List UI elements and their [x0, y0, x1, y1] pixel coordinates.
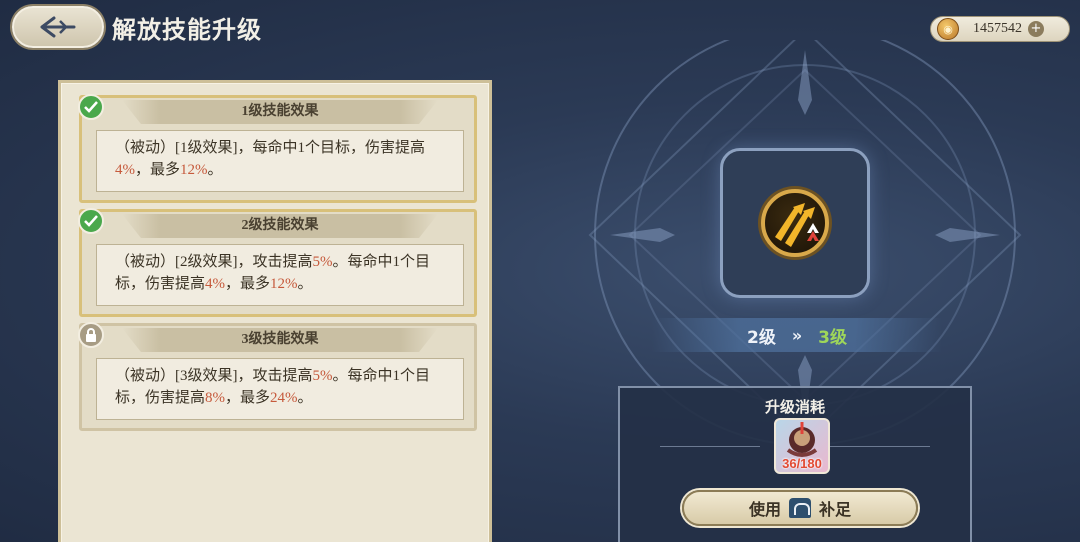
currency-value: 1457542 — [973, 21, 1022, 36]
effect-text: 。 — [297, 276, 313, 292]
level-card-1: 1级技能效果 （被动）[1级效果]，每命中1个目标，伤害提高 4%，最多12%。 — [78, 94, 477, 203]
effect-text: 。 — [297, 390, 313, 406]
fill-button-label: 补足 — [819, 500, 852, 519]
level-card-title: 2级技能效果 — [122, 214, 438, 238]
skill-icon[interactable] — [761, 189, 829, 257]
effect-text: ，最多 — [225, 390, 271, 406]
effect-value: 4% — [205, 276, 226, 292]
effect-value: 12% — [270, 276, 298, 292]
effect-text: ，最多 — [135, 162, 181, 178]
effect-value: 24% — [270, 390, 298, 406]
level-card-description: （被动）[1级效果]，每命中1个目标，伤害提高 4%，最多12%。 — [96, 130, 464, 192]
unlocked-check-icon — [78, 94, 104, 120]
effect-text: ，最多 — [225, 276, 271, 292]
next-level: 3级 — [818, 327, 848, 348]
effect-value: 5% — [312, 254, 333, 270]
add-currency-button[interactable]: + — [1028, 21, 1044, 37]
arrows-up-icon — [775, 203, 819, 247]
unlocked-check-icon — [78, 208, 104, 234]
character-portrait-icon — [786, 422, 818, 457]
level-card-2: 2级技能效果 （被动）[2级效果]，攻击提高5%。每命中1个目标，伤害提高4%，… — [78, 208, 477, 317]
back-arrow-icon — [40, 16, 76, 38]
plus-icon: + — [1030, 21, 1042, 36]
level-card-description: （被动）[2级效果]，攻击提高5%。每命中1个目标，伤害提高4%，最多12%。 — [96, 244, 464, 306]
level-card-title: 3级技能效果 — [122, 328, 438, 352]
lock-icon — [78, 322, 104, 348]
back-button[interactable] — [12, 6, 104, 48]
effect-text: （被动）[1级效果]，每命中1个目标，伤害提高 — [115, 140, 425, 156]
level-card-description: （被动）[3级效果]，攻击提高5%。每命中1个目标，伤害提高8%，最多24%。 — [96, 358, 464, 420]
effect-value: 5% — [312, 368, 333, 384]
level-card-title: 1级技能效果 — [122, 100, 438, 124]
cost-item[interactable]: 36/180 — [774, 418, 830, 474]
skill-frame — [720, 148, 870, 298]
level-progression: 2级 » 3级 — [652, 318, 942, 352]
upgrade-cost-panel: 升级消耗 36/180 使用 补足 — [618, 386, 972, 542]
current-level: 2级 — [746, 327, 776, 348]
use-fill-button[interactable]: 使用 补足 — [682, 490, 918, 526]
coin-icon: ◉ — [937, 18, 959, 40]
cost-title: 升级消耗 — [764, 398, 825, 416]
divider — [830, 446, 930, 447]
effect-value: 12% — [180, 162, 208, 178]
double-chevron-right-icon: » — [791, 325, 803, 345]
page-title: 解放技能升级 — [112, 16, 262, 44]
currency-display: ◉ 1457542 + — [930, 16, 1070, 42]
effect-text: （被动）[2级效果]，攻击提高 — [115, 254, 313, 270]
effect-text: 。 — [207, 162, 223, 178]
item-count: 36/180 — [782, 456, 822, 471]
effect-value: 8% — [205, 390, 226, 406]
divider — [660, 446, 760, 447]
effect-value: 4% — [115, 162, 135, 178]
effect-text: （被动）[3级效果]，攻击提高 — [115, 368, 313, 384]
shop-bag-icon — [789, 498, 811, 518]
use-button-label: 使用 — [748, 500, 781, 519]
level-card-3: 3级技能效果 （被动）[3级效果]，攻击提高5%。每命中1个目标，伤害提高8%，… — [78, 322, 477, 431]
skill-effects-panel: 1级技能效果 （被动）[1级效果]，每命中1个目标，伤害提高4%，最多12%。 … — [58, 80, 492, 542]
